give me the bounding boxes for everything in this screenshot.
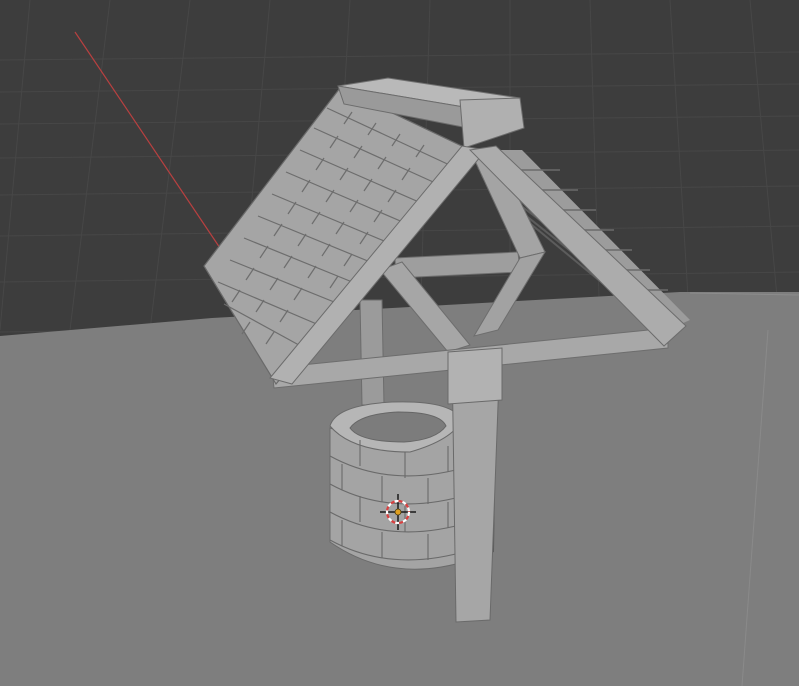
3d-viewport[interactable] (0, 0, 799, 686)
viewport-scene[interactable] (0, 0, 799, 686)
well-post-joint (447, 347, 503, 405)
rear-post (359, 299, 385, 406)
